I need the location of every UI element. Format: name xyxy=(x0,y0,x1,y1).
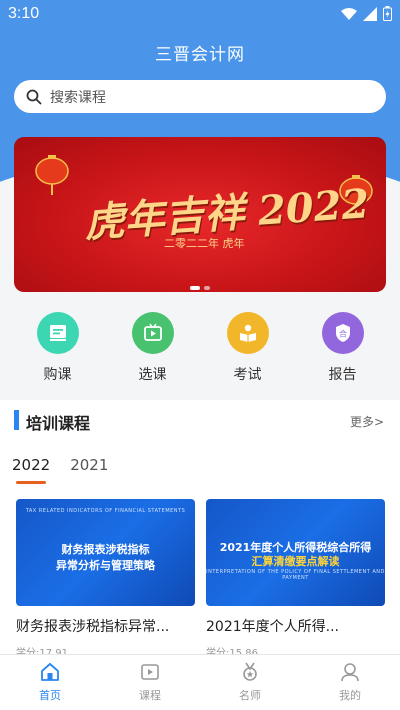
book-icon xyxy=(36,312,79,354)
banner-pagination xyxy=(190,286,210,290)
search-placeholder: 搜索课程 xyxy=(50,89,106,106)
thumbnail-caption: TAX RELATED INDICATORS OF FINANCIAL STAT… xyxy=(25,508,186,514)
banner-subtitle: 二零二二年 虎年 xyxy=(164,237,245,250)
tab-profile[interactable]: 我的 xyxy=(300,655,400,710)
quick-action-label: 选课 xyxy=(138,367,167,383)
tab-label: 首页 xyxy=(39,689,61,702)
shield-icon: 合 xyxy=(321,312,364,354)
play-icon xyxy=(131,312,174,354)
tab-label: 课程 xyxy=(139,689,161,702)
wifi-icon xyxy=(341,7,357,20)
search-icon xyxy=(26,89,42,104)
banner-dot xyxy=(204,286,210,290)
signal-icon xyxy=(363,6,377,21)
thumbnail-title-line: 汇算清缴要点解读 xyxy=(251,555,340,568)
lantern-icon xyxy=(35,155,69,195)
tab-year-2021[interactable]: 2021 xyxy=(70,456,108,484)
tab-home[interactable]: 首页 xyxy=(0,655,100,710)
thumbnail-caption: INTERPRETATION OF THE POLICY OF FINAL SE… xyxy=(206,569,385,581)
quick-action-label: 购课 xyxy=(43,367,72,383)
quick-action-label: 考试 xyxy=(233,367,262,383)
home-icon xyxy=(41,662,59,681)
course-title: 2021年度个人所得... xyxy=(206,619,339,635)
medal-icon xyxy=(243,662,257,681)
quick-actions: 购课 选课 考试 合 报告 xyxy=(0,312,400,402)
svg-text:合: 合 xyxy=(339,329,347,339)
user-icon xyxy=(341,663,359,682)
tab-label: 名师 xyxy=(239,689,261,702)
exam-icon xyxy=(226,312,269,354)
quick-action-select[interactable]: 选课 xyxy=(113,312,193,402)
tab-label: 我的 xyxy=(339,689,361,702)
training-courses-section: 培训课程 更多> 2022 2021 TAX RELATED INDICATOR… xyxy=(0,400,400,659)
course-title: 财务报表涉税指标异常... xyxy=(16,619,170,635)
tab-year-2022[interactable]: 2022 xyxy=(12,456,50,484)
course-thumbnail: TAX RELATED INDICATORS OF FINANCIAL STAT… xyxy=(16,499,195,606)
section-title: 培训课程 xyxy=(26,414,91,433)
quick-action-exam[interactable]: 考试 xyxy=(208,312,288,402)
banner-dot xyxy=(190,286,200,290)
tab-courses[interactable]: 课程 xyxy=(100,655,200,710)
quick-action-label: 报告 xyxy=(328,367,357,383)
course-card[interactable]: TAX RELATED INDICATORS OF FINANCIAL STAT… xyxy=(16,499,195,659)
course-card[interactable]: INTERPRETATION OF THE POLICY OF FINAL SE… xyxy=(206,499,385,659)
more-link[interactable]: 更多> xyxy=(350,413,384,430)
status-time: 3:10 xyxy=(8,5,40,22)
thumbnail-title-line: 财务报表涉税指标 xyxy=(61,543,150,556)
thumbnail-title-line: 异常分析与管理策略 xyxy=(56,559,155,572)
bottom-tab-bar: 首页 课程 名师 我的 xyxy=(0,654,400,710)
tab-teachers[interactable]: 名师 xyxy=(200,655,300,710)
year-tabs: 2022 2021 xyxy=(12,456,108,484)
quick-action-buy[interactable]: 购课 xyxy=(18,312,98,402)
app-title: 三晋会计网 xyxy=(155,45,245,65)
quick-action-report[interactable]: 合 报告 xyxy=(303,312,383,402)
course-thumbnail: INTERPRETATION OF THE POLICY OF FINAL SE… xyxy=(206,499,385,606)
status-icons xyxy=(341,6,392,21)
video-icon xyxy=(141,664,159,680)
search-bar[interactable]: 搜索课程 xyxy=(14,80,386,113)
promo-banner[interactable]: 虎年吉祥 2022 二零二二年 虎年 xyxy=(14,137,386,292)
battery-icon xyxy=(383,6,392,21)
status-bar: 3:10 xyxy=(0,0,400,30)
section-accent-bar xyxy=(14,410,19,430)
